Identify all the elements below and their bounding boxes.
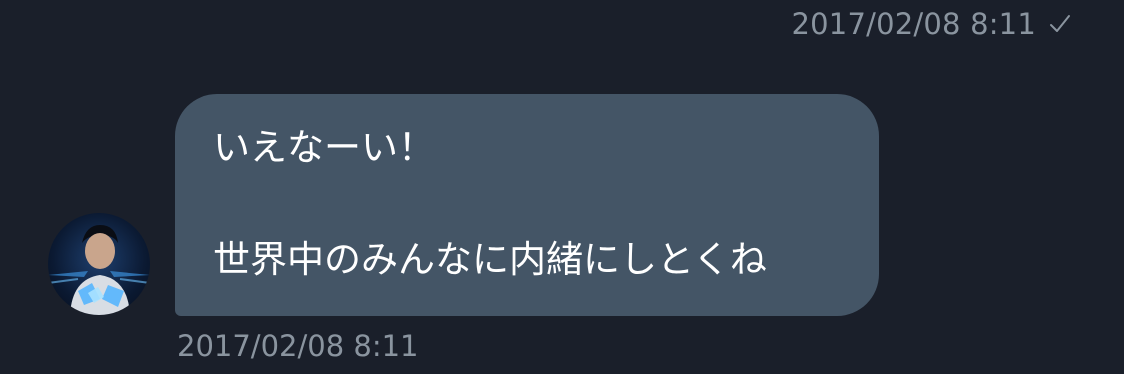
avatar[interactable]	[48, 213, 150, 315]
sent-timestamp: 2017/02/08 8:11	[791, 7, 1036, 41]
received-timestamp: 2017/02/08 8:11	[177, 329, 419, 363]
message-text-line-1: いえなーい！	[213, 126, 435, 169]
check-icon	[1048, 12, 1072, 36]
sent-message-meta: 2017/02/08 8:11	[792, 6, 1073, 42]
message-bubble[interactable]: いえなーい！ 世界中のみんなに内緒にしとくね	[175, 94, 879, 316]
avatar-image	[48, 225, 150, 315]
message-text-line-2: 世界中のみんなに内緒にしとくね	[213, 238, 767, 281]
